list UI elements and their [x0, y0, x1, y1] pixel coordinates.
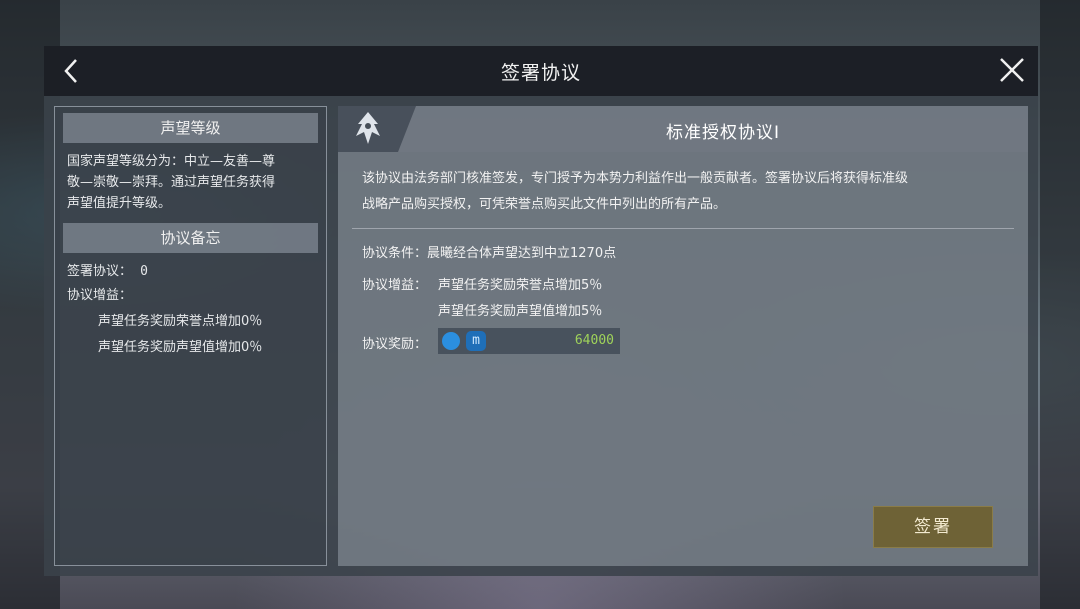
agreement-panel: 标准授权协议I 该协议由法务部门核准签发，专门授予为本势力利益作出一般贡献者。签… — [338, 106, 1028, 566]
condition-row: 协议条件：晨曦经合体声望达到中立1270点 — [362, 242, 616, 261]
reputation-level-heading: 声望等级 — [63, 113, 318, 143]
section-divider — [352, 228, 1014, 229]
gain-label: 协议增益： — [362, 278, 428, 293]
agreement-memo-heading: 协议备忘 — [63, 223, 318, 253]
reward-value: 64000 — [574, 333, 614, 348]
description-line: 该协议由法务部门核准签发，专门授予为本势力利益作出一般贡献者。签署协议后将获得标… — [362, 171, 909, 186]
description-line: 战略产品购买授权，可凭荣誉点购买此文件中列出的所有产品。 — [362, 197, 727, 212]
memo-gain-label: 协议增益： — [67, 288, 133, 303]
reputation-line: 声望值提升等级。 — [67, 196, 172, 211]
agreement-title: 标准授权协议I — [665, 123, 780, 143]
close-icon — [1000, 58, 1024, 82]
reputation-line: 国家声望等级分为：中立—友善—尊 — [67, 154, 276, 169]
reward-box: m 64000 — [438, 328, 620, 354]
reputation-line: 敬—崇敬—崇拜。通过声望任务获得 — [67, 175, 276, 190]
signed-count-value: 0 — [140, 264, 148, 279]
m-currency-icon: m — [466, 331, 486, 351]
emblem-box — [338, 106, 398, 152]
faction-emblem-icon — [356, 112, 380, 144]
sign-agreement-dialog: 签署协议 声望等级 国家声望等级分为：中立—友善—尊 敬—崇敬—崇拜。通过声望任… — [44, 46, 1038, 576]
emblem-tail — [398, 106, 416, 152]
close-button[interactable] — [998, 56, 1026, 84]
reputation-panel: 声望等级 国家声望等级分为：中立—友善—尊 敬—崇敬—崇拜。通过声望任务获得 声… — [54, 106, 327, 566]
memo-gain-line: 声望任务奖励荣誉点增加0％ — [98, 314, 263, 329]
gain-line: 声望任务奖励声望值增加5％ — [438, 304, 603, 319]
signed-count-row: 签署协议： 0 — [67, 261, 148, 282]
background-structure-right — [1040, 0, 1080, 609]
condition-label: 协议条件： — [362, 246, 428, 261]
memo-gain-line: 声望任务奖励声望值增加0％ — [98, 340, 263, 355]
gain-line: 声望任务奖励荣誉点增加5％ — [438, 278, 603, 293]
condition-value: 晨曦经合体声望达到中立1270点 — [427, 246, 617, 261]
reputation-description: 国家声望等级分为：中立—友善—尊 敬—崇敬—崇拜。通过声望任务获得 声望值提升等… — [67, 151, 275, 214]
agreement-description: 该协议由法务部门核准签发，专门授予为本势力利益作出一般贡献者。签署协议后将获得标… — [362, 166, 1008, 218]
signed-count-label: 签署协议： — [67, 264, 133, 279]
reward-label: 协议奖励： — [362, 337, 428, 352]
agreement-header: 标准授权协议I — [338, 106, 1028, 152]
dialog-title: 签署协议 — [500, 62, 581, 84]
dialog-titlebar: 签署协议 — [44, 46, 1038, 96]
coin-icon — [442, 332, 460, 350]
sign-button[interactable]: 签署 — [873, 506, 993, 548]
